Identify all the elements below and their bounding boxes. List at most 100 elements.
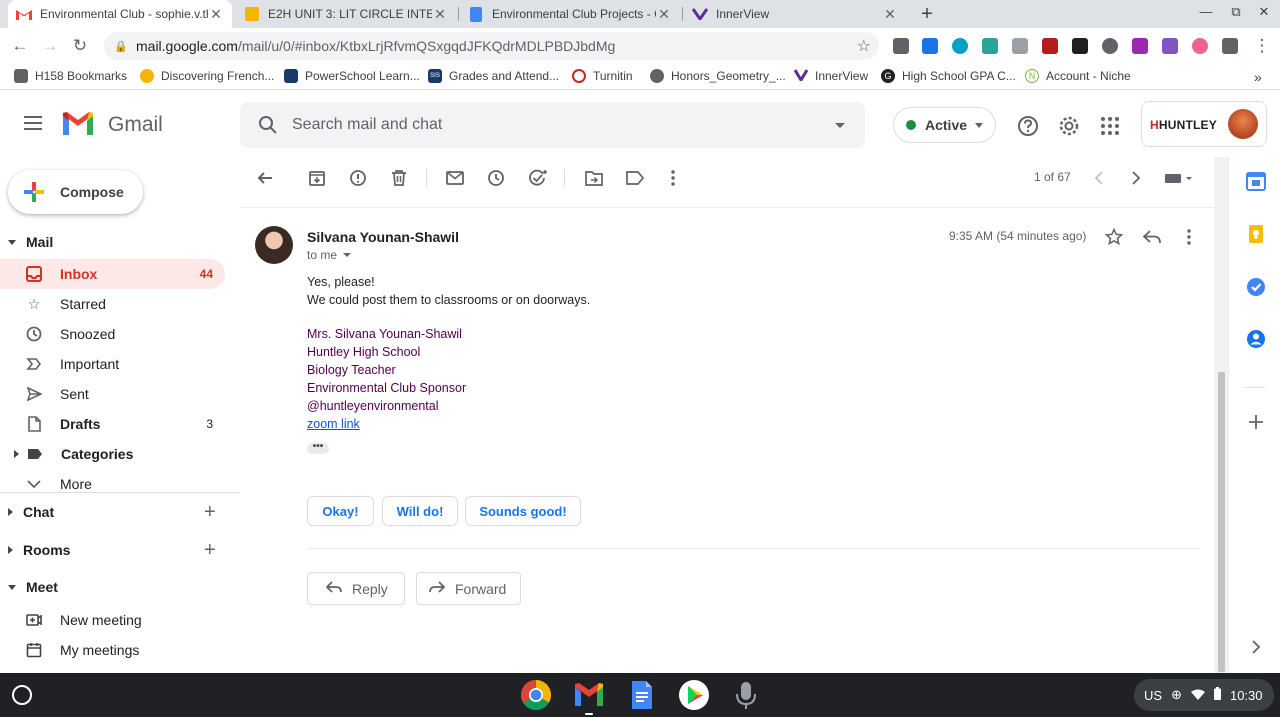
move-to-folder-icon[interactable] [584, 168, 604, 188]
minimize-icon[interactable]: — [1196, 4, 1216, 19]
sidebar-item-new-meeting[interactable]: New meeting [0, 605, 225, 635]
add-chat-icon[interactable]: + [204, 501, 216, 524]
google-contacts-icon[interactable] [1246, 329, 1266, 349]
input-tools-keyboard-icon[interactable] [1162, 168, 1196, 188]
show-trimmed-content-button[interactable]: ••• [307, 442, 329, 454]
close-tab-icon[interactable]: ✕ [432, 6, 448, 23]
newer-chevron-left-icon[interactable] [1089, 168, 1109, 188]
search-input[interactable] [292, 114, 812, 136]
sidebar-item-more[interactable]: More [0, 469, 225, 499]
google-docs-app-icon[interactable] [626, 679, 658, 711]
more-options-icon[interactable] [663, 168, 683, 188]
sender-name[interactable]: Silvana Younan-Shawil [307, 229, 459, 245]
mail-section-toggle[interactable]: Mail [8, 234, 53, 250]
sidebar-item-sent[interactable]: Sent [0, 379, 225, 409]
extension-globe-icon[interactable] [952, 38, 968, 54]
archive-icon[interactable] [307, 168, 327, 188]
status-dropdown[interactable]: Active [893, 107, 996, 143]
bookmark-grades[interactable]: SIS Grades and Attend... [428, 69, 559, 83]
delete-trash-icon[interactable] [389, 168, 409, 188]
gmail-app-icon[interactable] [573, 679, 605, 711]
sidebar-item-inbox[interactable]: Inbox 44 [0, 259, 225, 289]
forward-button[interactable]: Forward [416, 572, 521, 605]
extensions-puzzle-icon[interactable] [1222, 38, 1238, 54]
launcher-icon[interactable] [12, 685, 32, 705]
add-room-icon[interactable]: + [204, 539, 216, 562]
scrollbar-thumb[interactable] [1218, 372, 1225, 672]
apps-grid-icon[interactable] [1099, 115, 1121, 137]
extension-pdf-icon[interactable] [1162, 38, 1178, 54]
search-options-icon[interactable] [835, 123, 845, 128]
bookmark-h158[interactable]: H158 Bookmarks [14, 69, 127, 83]
sidebar-item-my-meetings[interactable]: My meetings [0, 635, 225, 665]
compose-button[interactable]: Compose [8, 170, 143, 214]
older-chevron-right-icon[interactable] [1126, 168, 1146, 188]
add-to-tasks-icon[interactable] [528, 168, 548, 188]
bookmark-star-icon[interactable]: ☆ [857, 36, 871, 56]
browser-tab-innerview[interactable]: InnerView ✕ [684, 0, 906, 28]
back-to-inbox-icon[interactable] [255, 168, 275, 188]
account-switcher[interactable]: HHUNTLEY [1141, 101, 1267, 147]
sidebar-item-snoozed[interactable]: Snoozed [0, 319, 225, 349]
extension-lp-icon[interactable] [1102, 38, 1118, 54]
play-store-app-icon[interactable] [678, 679, 710, 711]
reply-icon[interactable] [1142, 227, 1162, 247]
mark-unread-icon[interactable] [445, 168, 465, 188]
extension-r-icon[interactable] [893, 38, 909, 54]
sidebar-item-starred[interactable]: ☆ Starred [0, 289, 225, 319]
close-window-icon[interactable]: ✕ [1254, 4, 1274, 20]
snooze-clock-icon[interactable] [486, 168, 506, 188]
address-bar[interactable]: 🔒 mail.google.com/mail/u/0/#inbox/KtbxLr… [104, 32, 879, 60]
show-side-panel-chevron-icon[interactable] [1246, 637, 1266, 657]
meet-section-toggle[interactable]: Meet [8, 579, 58, 595]
label-as-icon[interactable] [625, 168, 645, 188]
extension-download-icon[interactable] [922, 38, 938, 54]
new-tab-button[interactable]: + [915, 2, 939, 26]
main-menu-icon[interactable] [24, 116, 42, 130]
forward-arrow-icon[interactable]: → [40, 36, 60, 56]
smart-reply-will-do[interactable]: Will do! [382, 496, 458, 526]
message-more-icon[interactable] [1179, 227, 1199, 247]
chat-section-toggle[interactable]: Chat + [8, 501, 216, 523]
sidebar-item-drafts[interactable]: Drafts 3 [0, 409, 225, 439]
status-tray[interactable]: US ⊕ 10:30 [1134, 679, 1274, 711]
bookmark-discovering-french[interactable]: Discovering French... [140, 69, 274, 83]
bookmark-turnitin[interactable]: Turnitin [572, 69, 633, 83]
sidebar-item-categories[interactable]: Categories [0, 439, 225, 469]
recipient-details[interactable]: to me [307, 248, 352, 262]
search-icon[interactable] [258, 115, 278, 135]
scrollbar-track[interactable] [1214, 157, 1228, 673]
close-tab-icon[interactable]: ✕ [656, 6, 672, 23]
more-bookmarks-icon[interactable]: » [1254, 69, 1262, 85]
bookmark-honors-geometry[interactable]: Honors_Geometry_... [650, 69, 786, 83]
microphone-app-icon[interactable] [730, 679, 762, 711]
bookmark-gpa[interactable]: G High School GPA C... [881, 69, 1016, 83]
reload-icon[interactable]: ↻ [70, 36, 90, 56]
settings-gear-icon[interactable] [1058, 115, 1080, 137]
search-bar[interactable] [240, 102, 865, 148]
get-addons-plus-icon[interactable] [1246, 412, 1266, 432]
zoom-link[interactable]: zoom link [307, 415, 466, 433]
browser-menu-icon[interactable]: ⋮ [1252, 36, 1272, 56]
extension-cloud-icon[interactable] [982, 38, 998, 54]
browser-tab-docs[interactable]: Environmental Club Projects - Go ✕ [460, 0, 680, 28]
report-spam-icon[interactable] [348, 168, 368, 188]
browser-tab-slides[interactable]: E2H UNIT 3: LIT CIRCLE INTERAC ✕ [236, 0, 456, 28]
browser-tab-gmail[interactable]: Environmental Club - sophie.v.th ✕ [8, 0, 232, 28]
extension-tw-icon[interactable] [1132, 38, 1148, 54]
sidebar-item-important[interactable]: Important [0, 349, 225, 379]
back-arrow-icon[interactable]: ← [10, 36, 30, 56]
google-tasks-icon[interactable] [1246, 277, 1266, 297]
extension-ublock-icon[interactable] [1042, 38, 1058, 54]
sender-avatar[interactable] [255, 226, 293, 264]
extension-record-icon[interactable] [1192, 38, 1208, 54]
chrome-app-icon[interactable] [520, 679, 552, 711]
bookmark-innerview[interactable]: InnerView [793, 69, 868, 83]
extension-copy-icon[interactable] [1012, 38, 1028, 54]
gmail-logo-icon[interactable] [61, 111, 95, 137]
smart-reply-sounds-good[interactable]: Sounds good! [465, 496, 581, 526]
close-tab-icon[interactable]: ✕ [882, 6, 898, 23]
help-icon[interactable] [1017, 115, 1039, 137]
restore-icon[interactable]: ⧉ [1226, 4, 1246, 20]
bookmark-niche[interactable]: N Account - Niche [1025, 69, 1131, 83]
